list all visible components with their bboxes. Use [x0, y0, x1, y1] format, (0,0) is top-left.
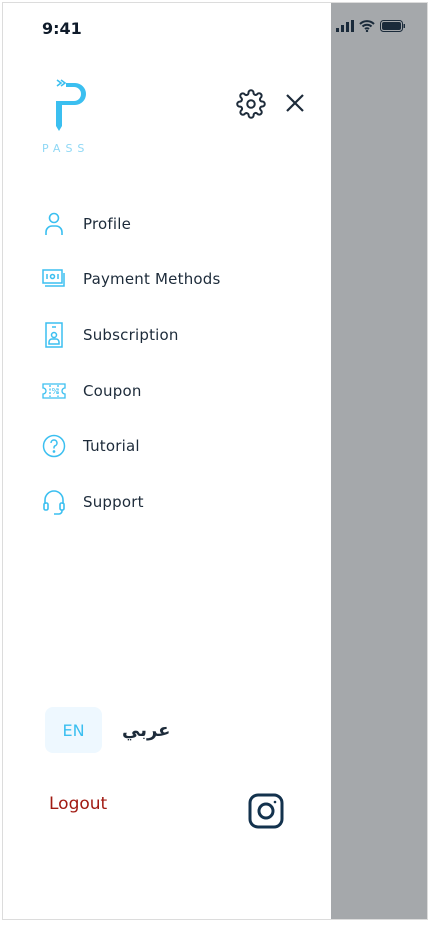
menu-item-tutorial[interactable]: Tutorial: [42, 418, 221, 474]
status-time: 9:41: [42, 19, 82, 38]
drawer-menu: Profile Payment Methods Subscription % C…: [42, 196, 221, 530]
logo-text: PASS: [42, 142, 89, 155]
menu-item-payment-methods[interactable]: Payment Methods: [42, 252, 221, 308]
svg-text:%: %: [52, 387, 60, 396]
menu-item-support[interactable]: Support: [42, 474, 221, 530]
menu-item-label: Coupon: [83, 381, 142, 400]
menu-item-label: Payment Methods: [83, 270, 221, 289]
backdrop-overlay[interactable]: [331, 3, 427, 919]
menu-item-label: Support: [83, 492, 144, 511]
pass-logo: PASS: [40, 74, 96, 160]
instagram-icon: [248, 793, 284, 829]
language-option-arabic[interactable]: عربي: [122, 720, 170, 741]
close-button[interactable]: [285, 93, 305, 117]
menu-item-label: Profile: [83, 214, 132, 233]
id-badge-icon: [42, 322, 66, 348]
status-icons: [336, 20, 406, 32]
wifi-icon: [359, 20, 375, 32]
coupon-icon: %: [42, 379, 66, 403]
menu-item-label: Subscription: [83, 325, 179, 344]
gear-icon: [236, 89, 266, 119]
headset-icon: [42, 489, 66, 515]
logout-link[interactable]: Logout: [49, 794, 107, 814]
settings-button[interactable]: [236, 89, 266, 123]
language-option-en[interactable]: EN: [45, 707, 102, 753]
signal-icon: [336, 20, 354, 32]
cash-icon: [42, 267, 66, 291]
menu-item-profile[interactable]: Profile: [42, 196, 221, 252]
menu-item-subscription[interactable]: Subscription: [42, 307, 221, 363]
help-circle-icon: [42, 434, 66, 458]
menu-item-coupon[interactable]: % Coupon: [42, 363, 221, 419]
language-switcher: EN عربي: [45, 707, 170, 753]
close-icon: [286, 94, 304, 112]
instagram-button[interactable]: [248, 793, 284, 833]
battery-icon: [380, 20, 405, 32]
menu-item-label: Tutorial: [83, 437, 140, 456]
user-icon: [42, 212, 66, 236]
